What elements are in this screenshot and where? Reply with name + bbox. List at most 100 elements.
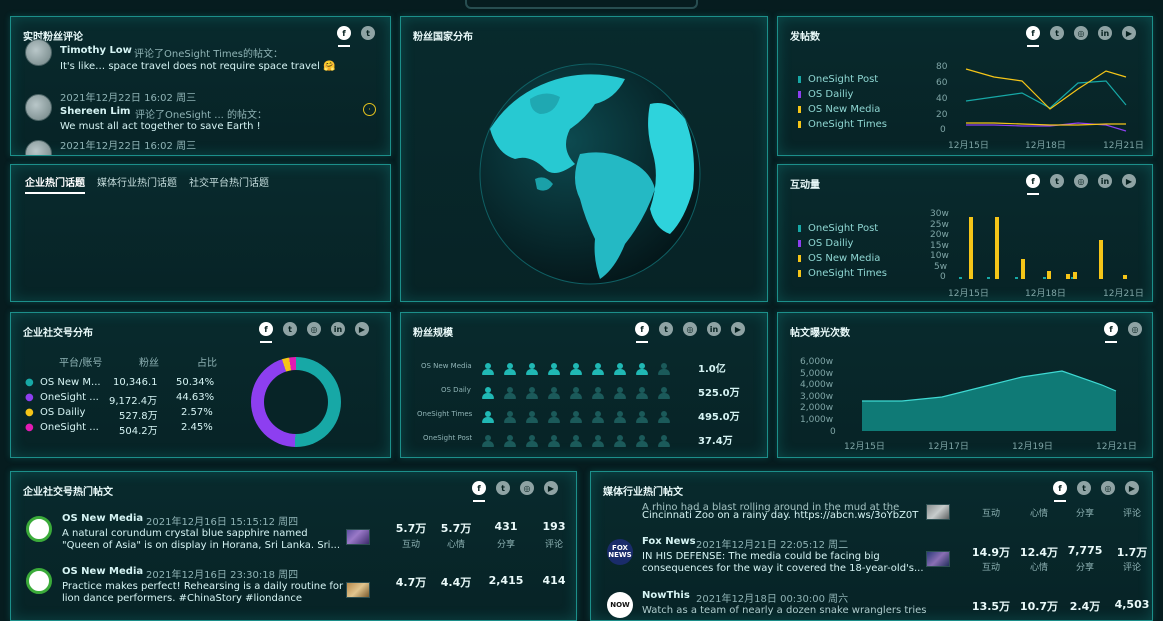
facebook-icon[interactable]: f xyxy=(259,322,273,343)
youtube-icon[interactable]: ▶ xyxy=(544,481,558,495)
interactions-bar-chart[interactable] xyxy=(954,211,1134,281)
post-thumbnail[interactable] xyxy=(346,582,370,598)
panel-title: 粉丝规模 xyxy=(413,328,453,339)
post-source[interactable]: NowThis xyxy=(642,590,690,601)
stat-label: 互动 xyxy=(401,540,420,550)
instagram-icon[interactable]: ◎ xyxy=(1101,481,1115,495)
table-row[interactable]: ● xyxy=(25,392,34,403)
facebook-icon[interactable]: f xyxy=(337,26,351,47)
stat-value: 414 xyxy=(542,574,566,587)
legend-item: OneSight Times xyxy=(798,268,887,279)
instagram-icon[interactable]: ◎ xyxy=(520,481,534,495)
instagram-icon[interactable]: ◎ xyxy=(1128,322,1142,336)
tab-social-topics[interactable]: 社交平台热门话题 xyxy=(189,174,269,189)
x-tick: 12月15日 xyxy=(948,289,989,299)
linkedin-icon[interactable]: in xyxy=(331,322,345,336)
icon-row xyxy=(482,408,680,427)
comment-author: Timothy Low xyxy=(60,45,132,56)
twitter-icon[interactable]: t xyxy=(1050,26,1064,40)
row-label: OS Daily xyxy=(441,386,471,394)
youtube-icon[interactable]: ▶ xyxy=(1122,26,1136,40)
panel-title: 粉丝国家分布 xyxy=(413,32,473,43)
y-tick: 20w xyxy=(930,230,949,240)
account-name: OS Dailiy xyxy=(40,407,86,418)
stat-label: 分享 xyxy=(1075,509,1094,519)
stat-label: 心情 xyxy=(1029,509,1048,519)
enterprise-posts-panel: 企业社交号热门帖文 f t ◎ ▶ OS New Media 2021年12月1… xyxy=(10,471,577,621)
panel-title: 帖文曝光次数 xyxy=(790,328,850,339)
exposure-area-chart[interactable] xyxy=(840,361,1140,433)
fan-scale-panel: 粉丝规模 f t ◎ in ▶ OS New Media 1.0亿 OS Dai… xyxy=(400,312,768,458)
facebook-icon[interactable]: f xyxy=(1053,481,1067,502)
youtube-icon[interactable]: ▶ xyxy=(1122,174,1136,188)
stat-value: 4.7万 xyxy=(395,576,427,589)
fan-comments-panel: 实时粉丝评论 f t Timothy Low 评论了OneSight Times… xyxy=(10,16,391,156)
stat-value: 13.5万 xyxy=(971,600,1011,613)
stat-value: 1.7万 xyxy=(1116,546,1148,559)
linkedin-icon[interactable]: in xyxy=(1098,26,1112,40)
y-tick: 4,000w xyxy=(800,380,834,390)
row-label: OneSight Times xyxy=(417,410,473,418)
post-source[interactable]: OS New Media xyxy=(62,513,143,524)
post-source[interactable]: Fox News xyxy=(642,536,696,547)
x-tick: 12月18日 xyxy=(1025,289,1066,299)
twitter-icon[interactable]: t xyxy=(361,26,375,40)
facebook-icon[interactable]: f xyxy=(635,322,649,343)
column-header: 平台/账号 xyxy=(59,358,103,369)
exposure-panel: 帖文曝光次数 f ◎ 6,000w 5,000w 4,000w 3,000w 2… xyxy=(777,312,1153,458)
nowthis-logo: NOW xyxy=(607,592,633,618)
stat-label: 分享 xyxy=(1075,563,1094,573)
y-tick: 3,000w xyxy=(800,392,834,402)
post-time: 2021年12月21日 22:05:12 周二 xyxy=(696,540,849,551)
platform-icons: f t ◎ in ▶ xyxy=(1026,26,1136,47)
linkedin-icon[interactable]: in xyxy=(707,322,721,336)
twitter-icon[interactable]: t xyxy=(1077,481,1091,495)
post-source[interactable]: OS New Media xyxy=(62,566,143,577)
y-tick: 80 xyxy=(936,62,948,72)
avatar xyxy=(25,94,52,121)
stat-value: 5.7万 xyxy=(440,522,472,535)
twitter-icon[interactable]: t xyxy=(659,322,673,336)
post-text: A natural corundum crystal blue sapphire… xyxy=(62,528,308,539)
posts-line-chart[interactable] xyxy=(954,63,1134,133)
os-new-media-logo xyxy=(26,516,52,542)
post-thumbnail[interactable] xyxy=(346,529,370,545)
twitter-icon[interactable]: t xyxy=(1050,174,1064,188)
youtube-icon[interactable]: ▶ xyxy=(1125,481,1139,495)
facebook-icon[interactable]: f xyxy=(1104,322,1118,343)
table-row[interactable]: ● xyxy=(25,422,34,433)
post-thumbnail[interactable] xyxy=(926,551,950,567)
post-text: Practice makes perfect! Rehearsing is a … xyxy=(62,581,344,592)
comment-text: We must all act together to save Earth ! xyxy=(60,121,261,132)
platform-icons: f t xyxy=(337,26,375,47)
linkedin-icon[interactable]: in xyxy=(1098,174,1112,188)
column-header: 粉丝 xyxy=(139,358,159,369)
instagram-icon[interactable]: ◎ xyxy=(1074,174,1088,188)
instagram-icon[interactable]: ◎ xyxy=(307,322,321,336)
twitter-icon[interactable]: t xyxy=(283,322,297,336)
legend-item: OS New Media xyxy=(798,253,880,264)
tab-media-topics[interactable]: 媒体行业热门话题 xyxy=(97,174,177,189)
x-tick: 12月18日 xyxy=(1025,141,1066,151)
globe-map[interactable] xyxy=(475,59,705,289)
twitter-icon[interactable]: t xyxy=(496,481,510,495)
table-row[interactable]: ● xyxy=(25,407,34,418)
platform-icons: f t ◎ ▶ xyxy=(472,481,558,502)
facebook-icon[interactable]: f xyxy=(1026,26,1040,47)
accounts-donut-chart[interactable] xyxy=(251,357,341,447)
media-posts-panel: 媒体行业热门帖文 f t ◎ ▶ A rhino had a blast rol… xyxy=(590,471,1153,621)
instagram-icon[interactable]: ◎ xyxy=(683,322,697,336)
post-thumbnail[interactable] xyxy=(926,504,950,520)
youtube-icon[interactable]: ▶ xyxy=(355,322,369,336)
tab-enterprise-topics[interactable]: 企业热门话题 xyxy=(25,174,85,189)
y-tick: 20 xyxy=(936,110,948,120)
facebook-icon[interactable]: f xyxy=(1026,174,1040,195)
table-row[interactable]: ● xyxy=(25,377,34,388)
row-value: 525.0万 xyxy=(698,388,740,399)
posts-count-panel: 发帖数 f t ◎ in ▶ OneSight Post OS Dailiy O… xyxy=(777,16,1153,156)
facebook-icon[interactable]: f xyxy=(472,481,486,502)
youtube-icon[interactable]: ▶ xyxy=(731,322,745,336)
account-pct: 2.45% xyxy=(181,422,213,433)
platform-icons: f ◎ xyxy=(1104,322,1142,343)
instagram-icon[interactable]: ◎ xyxy=(1074,26,1088,40)
